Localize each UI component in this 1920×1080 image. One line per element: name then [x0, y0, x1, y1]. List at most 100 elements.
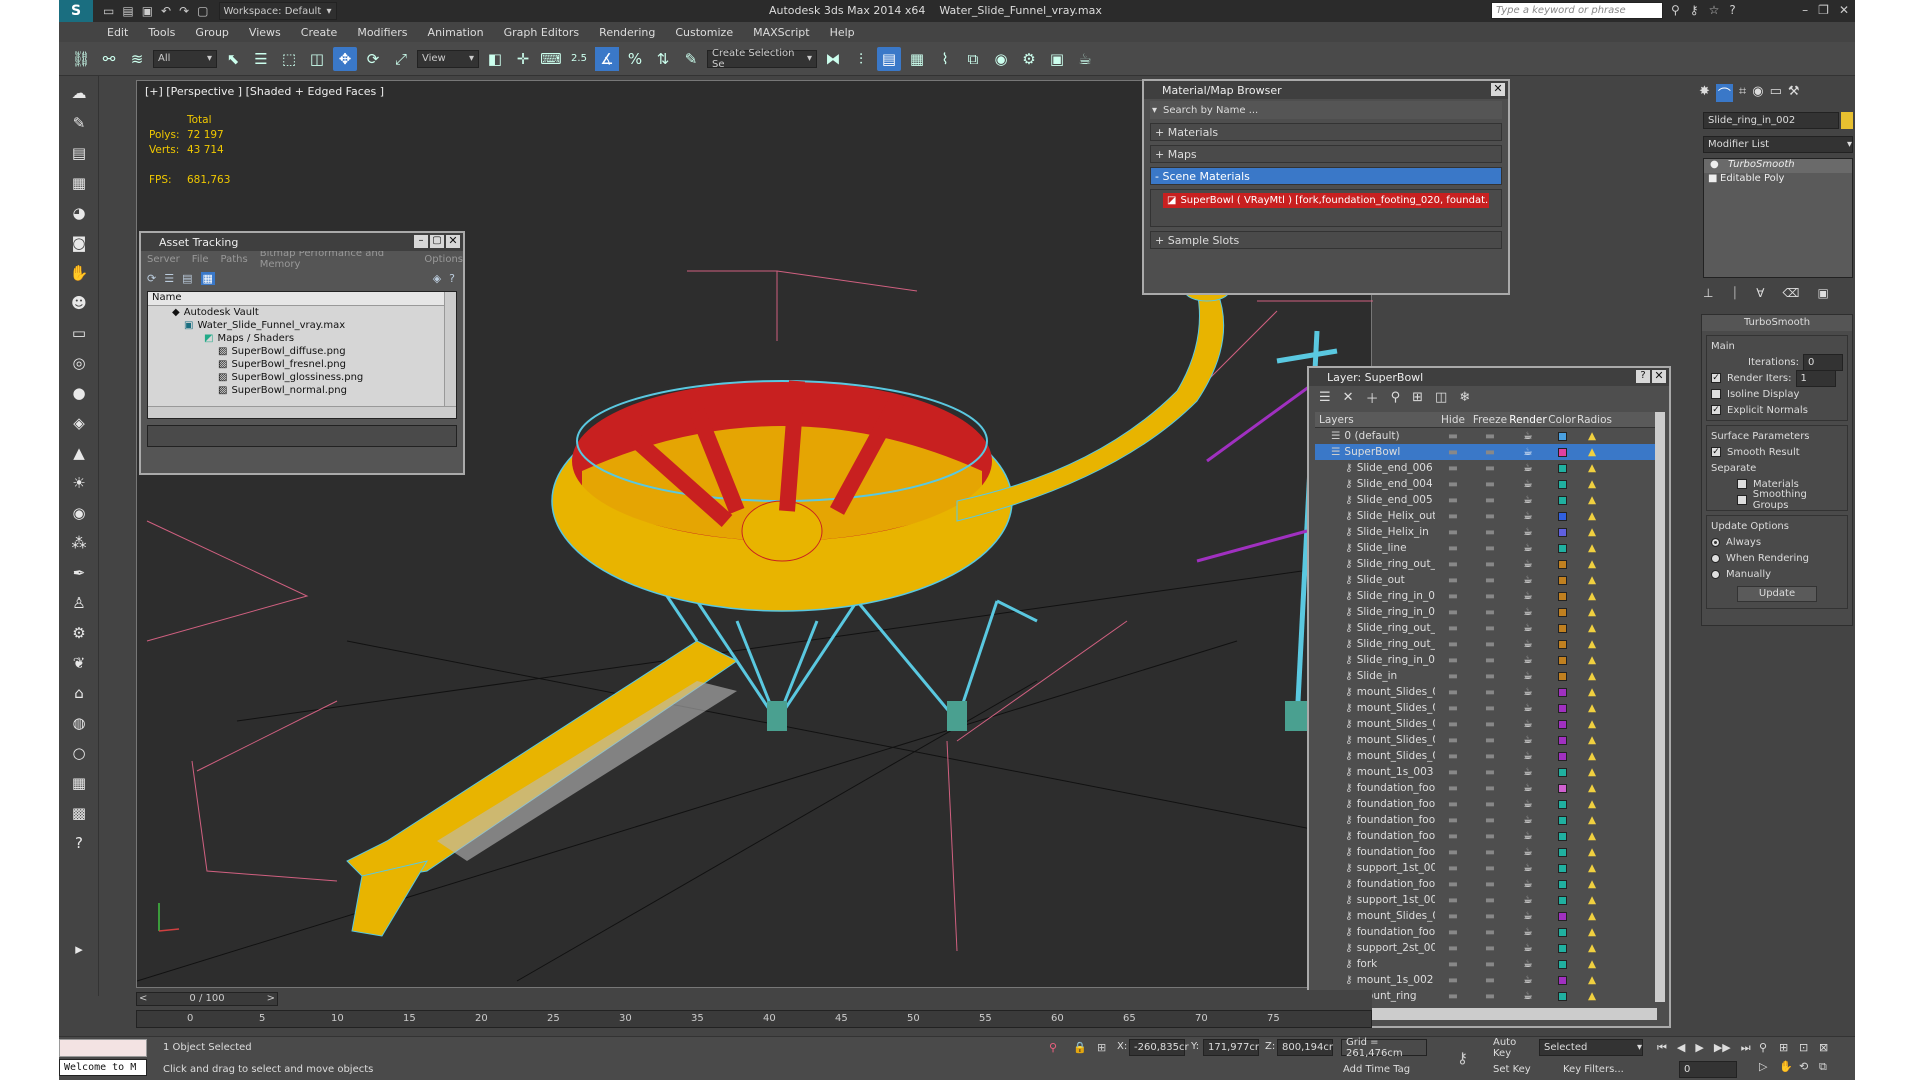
help-search-input[interactable]: Type a keyword or phrase	[1491, 2, 1663, 19]
plane-icon[interactable]: ▭	[65, 320, 93, 346]
radiosity-icon[interactable]: ▲	[1577, 654, 1607, 666]
hide-toggle[interactable]: ▬	[1435, 862, 1471, 874]
hide-toggle[interactable]: ▬	[1435, 686, 1471, 698]
menu-edit[interactable]: Edit	[107, 26, 128, 39]
refresh-icon[interactable]: ⟳	[147, 272, 156, 285]
layer-name[interactable]: ⚷ mount_1s_002	[1315, 974, 1435, 986]
table-view-icon[interactable]: ▤	[182, 272, 192, 285]
list-item[interactable]: ▨ SuperBowl_normal.png	[148, 384, 456, 397]
manipulate-icon[interactable]: ✛	[511, 47, 535, 71]
section-materials[interactable]: + Materials	[1150, 123, 1502, 141]
smooth-result-checkbox[interactable]: ✓	[1711, 447, 1721, 457]
menu-help[interactable]: Help	[830, 26, 855, 39]
reference-coordinate-dropdown[interactable]: View ▾	[417, 49, 479, 68]
layer-row[interactable]: ⚷mount_Slides_0C▬▬☕▲	[1315, 748, 1657, 764]
hide-toggle[interactable]: ▬	[1435, 750, 1471, 762]
layer-color-swatch[interactable]	[1547, 927, 1577, 937]
render-teapot-icon[interactable]: ☕	[1509, 638, 1547, 650]
binoculars-icon[interactable]: ⚲	[1671, 3, 1680, 17]
list-item[interactable]: ◩ Maps / Shaders	[148, 332, 456, 345]
freeze-toggle[interactable]: ▬	[1471, 926, 1509, 938]
perspective-viewport[interactable]: [+] [Perspective ] [Shaded + Edged Faces…	[136, 79, 1510, 988]
layer-row[interactable]: ⚷ Slide_in ▬ ▬ ☕ ▲	[1315, 668, 1657, 684]
rollout-header[interactable]: TurboSmooth	[1702, 315, 1852, 331]
layer-name[interactable]: ⚷ Slide_ring_in_00	[1315, 590, 1435, 602]
material-browser-titlebar[interactable]: Material/Map Browser ✕	[1144, 81, 1508, 99]
close-icon[interactable]: ✕	[1839, 3, 1849, 17]
menu-modifiers[interactable]: Modifiers	[357, 26, 407, 39]
radiosity-icon[interactable]: ▲	[1577, 798, 1607, 810]
layer-row[interactable]: ⚷ foundation_footi ▬ ▬ ☕ ▲	[1315, 780, 1657, 796]
freeze-toggle[interactable]: ▬	[1471, 638, 1509, 650]
radiosity-icon[interactable]: ▲	[1577, 830, 1607, 842]
hand-icon[interactable]: ✋	[65, 260, 93, 286]
hide-toggle[interactable]: ▬	[1435, 574, 1471, 586]
col-freeze[interactable]: Freeze	[1471, 414, 1509, 426]
render-iters-checkbox[interactable]: ✓	[1711, 373, 1721, 383]
render-teapot-icon[interactable]: ☕	[1509, 766, 1547, 778]
freeze-toggle[interactable]: ▬	[1471, 590, 1509, 602]
freeze-toggle[interactable]: ▬	[1471, 654, 1509, 666]
col-color[interactable]: Color	[1547, 414, 1577, 426]
layer-color-swatch[interactable]	[1547, 511, 1577, 521]
named-selection-dropdown[interactable]: Create Selection Se ▾	[707, 48, 817, 70]
menu-animation[interactable]: Animation	[428, 26, 484, 39]
freeze-toggle[interactable]: ▬	[1471, 846, 1509, 858]
layer-color-swatch[interactable]	[1547, 639, 1577, 649]
layer-row[interactable]: ⚷ Slide_ring_in_00 ▬ ▬ ☕ ▲	[1315, 604, 1657, 620]
key-filters-button[interactable]: Key Filters...	[1559, 1061, 1643, 1078]
manually-radio[interactable]	[1711, 569, 1720, 579]
orbit-icon[interactable]: ⟲	[1799, 1060, 1819, 1074]
layer-color-swatch[interactable]	[1547, 831, 1577, 841]
freeze-toggle[interactable]: ▬	[1471, 878, 1509, 890]
asset-list[interactable]: Name ◆ Autodesk Vault ▣ Water_Slide_Funnel…	[147, 291, 457, 419]
select-object-icon[interactable]: ⬉	[221, 47, 245, 71]
grid-view-icon[interactable]: ▦	[200, 271, 215, 285]
render-iters-spinner[interactable]: 1	[1795, 369, 1836, 387]
freeze-toggle[interactable]: ▬	[1471, 606, 1509, 618]
layer-name[interactable]: ☰ 0 (default)	[1315, 430, 1435, 442]
radiosity-icon[interactable]: ▲	[1577, 542, 1607, 554]
selection-region-icon[interactable]: ⬚	[277, 47, 301, 71]
layer-color-swatch[interactable]	[1547, 575, 1577, 585]
render-teapot-icon[interactable]: ☕	[1509, 510, 1547, 522]
go-to-start-icon[interactable]: ⏮	[1657, 1041, 1667, 1055]
maxscript-pink-field[interactable]	[59, 1039, 147, 1057]
book-icon[interactable]: ▤	[65, 140, 93, 166]
app-logo-icon[interactable]: S	[59, 0, 93, 22]
help-icon[interactable]: ?	[1729, 3, 1735, 17]
remove-modifier-icon[interactable]: ⌫	[1782, 286, 1799, 301]
menu-create[interactable]: Create	[301, 26, 338, 39]
hide-all-icon[interactable]: ◫	[1435, 390, 1447, 405]
stack-item-editable-poly[interactable]: ■ Editable Poly	[1704, 173, 1852, 187]
layer-row[interactable]: ⚷ Slide_end_004 ▬ ▬ ☕ ▲	[1315, 476, 1657, 492]
col-hide[interactable]: Hide	[1435, 414, 1471, 426]
section-sample-slots[interactable]: + Sample Slots	[1150, 231, 1502, 249]
radiosity-icon[interactable]: ▲	[1577, 526, 1607, 538]
layer-color-swatch[interactable]	[1547, 431, 1577, 441]
materials-checkbox[interactable]	[1737, 479, 1747, 489]
section-scene-materials[interactable]: - Scene Materials	[1150, 167, 1502, 185]
radiosity-icon[interactable]: ▲	[1577, 702, 1607, 714]
render-production-icon[interactable]: ☕	[1073, 47, 1097, 71]
layer-color-swatch[interactable]	[1547, 623, 1577, 633]
layer-color-swatch[interactable]	[1547, 687, 1577, 697]
radiosity-icon[interactable]: ▲	[1577, 478, 1607, 490]
layer-name[interactable]: ⚷ foundation_footi	[1315, 798, 1435, 810]
calculator-icon[interactable]: ▦	[65, 770, 93, 796]
close-icon[interactable]: ✕	[1491, 83, 1505, 96]
box-icon[interactable]: ▩	[65, 800, 93, 826]
key-icon[interactable]: ⚷	[1690, 3, 1699, 17]
render-teapot-icon[interactable]: ☕	[1509, 718, 1547, 730]
layer-color-swatch[interactable]	[1547, 895, 1577, 905]
layer-name[interactable]: ⚷ foundation_footi	[1315, 782, 1435, 794]
radiosity-icon[interactable]: ▲	[1577, 958, 1607, 970]
hide-toggle[interactable]: ▬	[1435, 814, 1471, 826]
help-icon[interactable]: ?	[1636, 370, 1650, 383]
object-name-field[interactable]: Slide_ring_in_002	[1703, 112, 1839, 129]
layer-color-swatch[interactable]	[1547, 719, 1577, 729]
layer-color-swatch[interactable]	[1547, 735, 1577, 745]
layer-row[interactable]: ⚷support_1st_00€▬▬☕▲	[1315, 860, 1657, 876]
modify-tab-icon[interactable]: ⌒	[1715, 84, 1733, 103]
radiosity-icon[interactable]: ▲	[1577, 638, 1607, 650]
